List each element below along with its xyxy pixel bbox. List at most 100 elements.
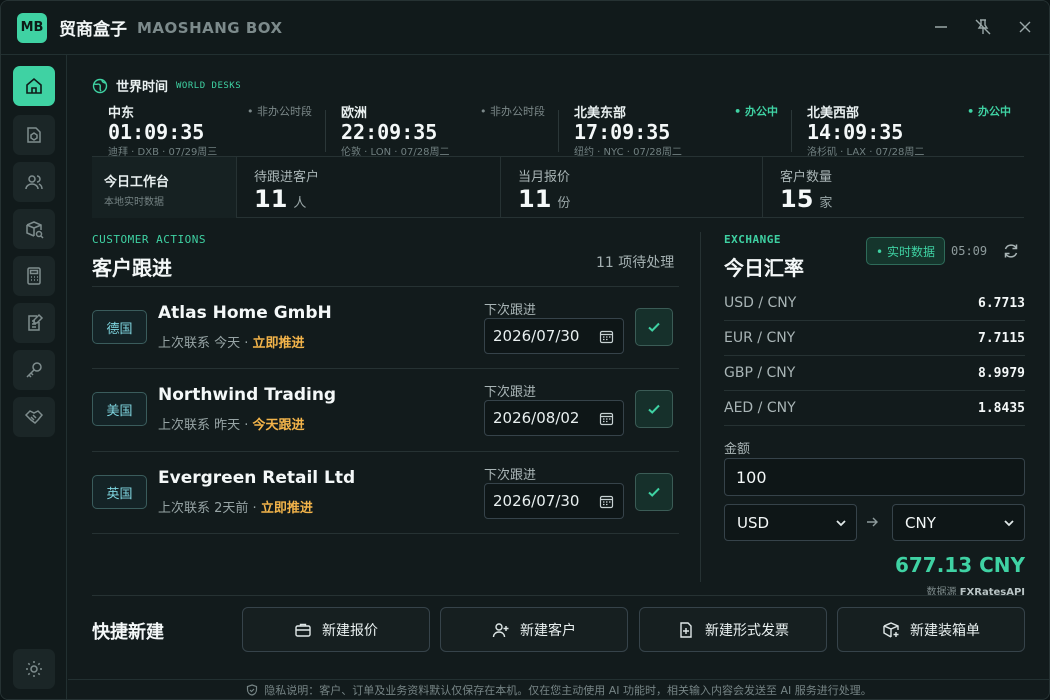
clock-europe: 欧洲 • 非办公时段 22:09:35 伦敦 · LON · 07/28周二	[341, 100, 561, 158]
stat-value: 15	[780, 185, 814, 213]
clock-divider	[791, 110, 792, 152]
briefcase-icon	[295, 623, 311, 637]
stat-unit: 人	[293, 196, 307, 211]
privacy-text: 隐私说明：客户、订单及业务资料默认仅保存在本机。仅在您主动使用 AI 功能时，相…	[264, 684, 872, 697]
box-add-icon	[883, 621, 899, 638]
follow-up-action-link[interactable]: 立即推进	[253, 336, 305, 351]
last-contact-text: 上次联系 今天 ·	[158, 336, 253, 351]
country-badge: 德国	[92, 310, 147, 344]
stat-divider	[762, 157, 763, 218]
clock-time: 01:09:35	[108, 120, 205, 144]
mark-done-button[interactable]	[635, 473, 673, 511]
amount-input[interactable]: 100	[724, 458, 1025, 496]
follow-up-action-link[interactable]: 今天跟进	[253, 418, 305, 433]
sidebar-item-documents[interactable]	[13, 303, 55, 343]
handshake-icon	[24, 410, 44, 424]
clock-time: 17:09:35	[574, 120, 671, 144]
stat-label: 待跟进客户	[254, 170, 320, 185]
customer-name[interactable]: Northwind Trading	[158, 385, 336, 405]
new-packing-list-button[interactable]: 新建装箱单	[837, 607, 1025, 652]
check-icon	[648, 322, 660, 332]
chevron-down-icon	[836, 520, 846, 527]
stat-value-wrap: 11 人	[254, 185, 306, 213]
clock-na-west: 北美西部 • 办公中 14:09:35 洛杉矶 · LAX · 07/28周二	[807, 100, 1027, 158]
next-date-value: 2026/07/30	[493, 492, 580, 510]
chevron-down-icon	[1004, 520, 1014, 527]
next-date-input[interactable]: 2026/07/30	[484, 318, 624, 354]
sidebar-item-settings[interactable]	[13, 649, 55, 689]
new-customer-button[interactable]: 新建客户	[440, 607, 628, 652]
stat-divider	[236, 157, 237, 218]
rate-row: EUR / CNY 7.7115	[724, 321, 1025, 356]
to-currency-select[interactable]: CNY	[892, 504, 1025, 541]
rate-row: AED / CNY 1.8435	[724, 391, 1025, 426]
calendar-icon[interactable]	[599, 411, 614, 426]
close-button[interactable]	[1015, 15, 1035, 39]
unpin-icon	[975, 19, 991, 35]
sidebar-item-keys[interactable]	[13, 350, 55, 390]
calendar-icon[interactable]	[599, 329, 614, 344]
stat-customer-count: 客户数量 15 家	[764, 157, 1024, 218]
sidebar-item-home[interactable]	[13, 66, 55, 106]
refresh-icon	[1004, 244, 1018, 258]
sidebar-item-deals[interactable]	[13, 397, 55, 437]
workbench-title-cell: 今日工作台 本地实时数据	[92, 157, 236, 218]
gear-icon	[26, 661, 42, 677]
main-content: 世界时间 WORLD DESKS 中东 • 非办公时段 01:09:35 迪拜 …	[68, 56, 1049, 699]
world-desks-eyebrow: WORLD DESKS	[176, 80, 242, 91]
unpin-button[interactable]	[973, 15, 993, 39]
minimize-button[interactable]	[931, 15, 951, 39]
button-label: 新建报价	[322, 622, 378, 639]
stat-value-wrap: 15 家	[780, 185, 832, 213]
app-subtitle: MAOSHANG BOX	[137, 18, 283, 37]
next-date-input[interactable]: 2026/08/02	[484, 400, 624, 436]
customer-name[interactable]: Evergreen Retail Ltd	[158, 468, 355, 488]
amount-label: 金额	[724, 442, 751, 457]
new-proforma-invoice-button[interactable]: 新建形式发票	[639, 607, 827, 652]
title-bar: MB 贸商盒子 MAOSHANG BOX	[1, 1, 1049, 55]
sidebar-item-customers[interactable]	[13, 162, 55, 202]
currency-pair: EUR / CNY	[724, 330, 796, 346]
stat-unit: 家	[819, 196, 833, 211]
rates-updated-time: 05:09	[951, 244, 988, 258]
add-user-icon	[492, 622, 509, 637]
customer-name[interactable]: Atlas Home GmbH	[158, 303, 332, 323]
mark-done-button[interactable]	[635, 390, 673, 428]
refresh-button[interactable]	[1002, 242, 1020, 264]
source-label: 数据源	[926, 587, 960, 598]
mark-done-button[interactable]	[635, 308, 673, 346]
customer-row: 德国 Atlas Home GmbH 上次联系 今天 · 立即推进 下次跟进 2…	[92, 286, 679, 368]
quick-create-title: 快捷新建	[92, 622, 164, 643]
from-currency-select[interactable]: USD	[724, 504, 857, 541]
stat-label: 当月报价	[518, 170, 571, 185]
customer-actions-eyebrow: CUSTOMER ACTIONS	[92, 233, 206, 246]
box-document-icon	[27, 127, 41, 143]
workbench-stats: 今日工作台 本地实时数据 待跟进客户 11 人 当月报价 11 份 客户数量 15 家	[92, 156, 1024, 218]
stat-pending-customers: 待跟进客户 11 人	[238, 157, 500, 218]
stat-monthly-quotes: 当月报价 11 份	[502, 157, 762, 218]
stat-divider	[500, 157, 501, 218]
clock-divider	[325, 110, 326, 152]
button-label: 新建装箱单	[910, 622, 980, 639]
currency-pair: USD / CNY	[724, 295, 797, 311]
next-follow-up-label: 下次跟进	[484, 385, 537, 400]
next-date-input[interactable]: 2026/07/30	[484, 483, 624, 519]
sidebar-item-products[interactable]	[13, 115, 55, 155]
new-quote-button[interactable]: 新建报价	[242, 607, 430, 652]
calculator-icon	[27, 267, 41, 285]
clock-status: • 办公中	[734, 105, 778, 118]
sidebar-item-inventory[interactable]	[13, 209, 55, 249]
next-follow-up-label: 下次跟进	[484, 468, 537, 483]
country-badge: 美国	[92, 392, 147, 426]
follow-up-action-link[interactable]: 立即推进	[261, 501, 313, 516]
app-window: MB 贸商盒子 MAOSHANG BOX 世界时间 WORLD DESKS 中东…	[0, 0, 1050, 700]
rate-value: 8.9979	[978, 366, 1025, 381]
pending-count: 11 项待处理	[596, 255, 675, 271]
check-icon	[648, 404, 660, 414]
calendar-icon[interactable]	[599, 494, 614, 509]
exchange-eyebrow: EXCHANGE	[724, 233, 781, 246]
privacy-footer: 隐私说明：客户、订单及业务资料默认仅保存在本机。仅在您主动使用 AI 功能时，相…	[68, 679, 1049, 699]
stat-unit: 份	[557, 196, 571, 211]
rate-value: 6.7713	[978, 296, 1025, 311]
sidebar-item-calculator[interactable]	[13, 256, 55, 296]
